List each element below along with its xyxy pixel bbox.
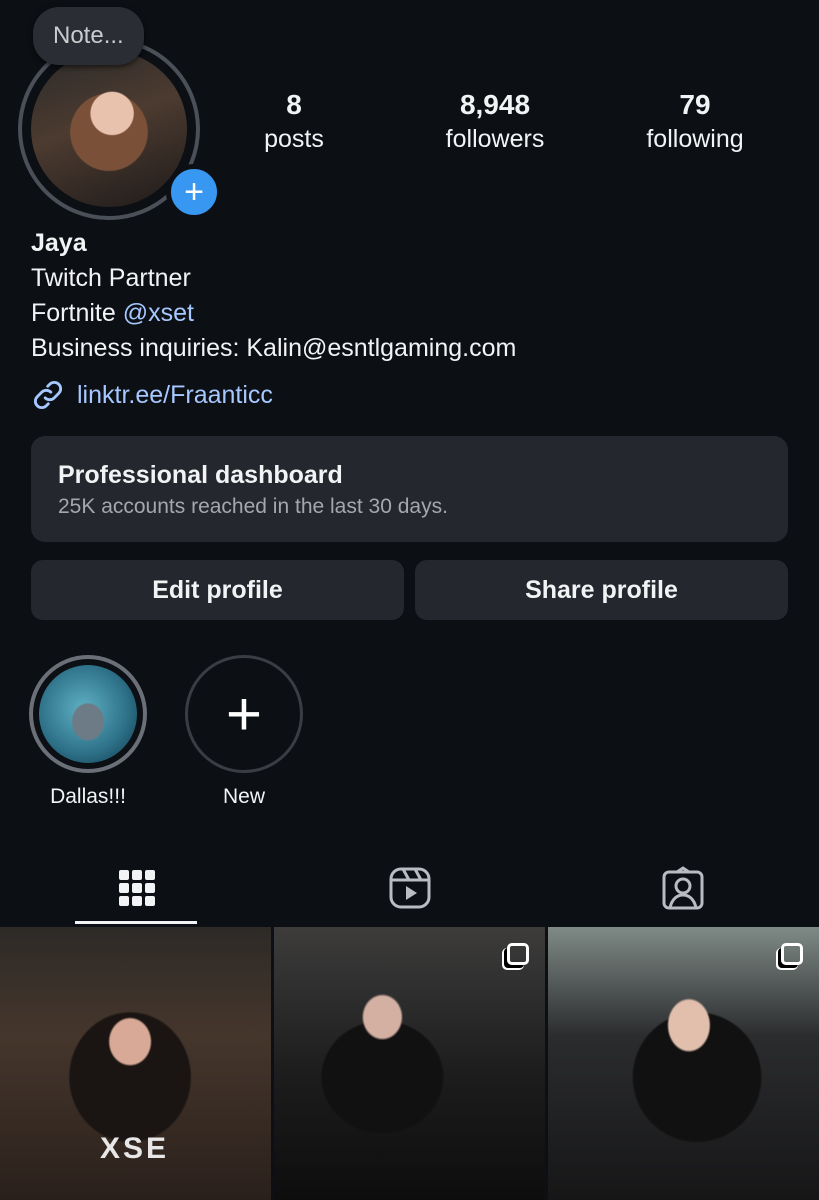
plus-icon: + bbox=[185, 655, 303, 773]
tab-reels[interactable] bbox=[273, 850, 546, 926]
carousel-icon bbox=[781, 943, 803, 965]
highlight-new-label: New bbox=[222, 785, 265, 808]
jersey-text: XSE bbox=[100, 1132, 170, 1165]
posts-label: posts bbox=[264, 125, 324, 153]
following-stat[interactable]: 79 following bbox=[605, 86, 785, 154]
add-story-plus-icon[interactable]: + bbox=[166, 164, 222, 220]
profile-name: Jaya bbox=[31, 229, 87, 257]
bio-line-2-prefix: Fortnite bbox=[31, 299, 123, 327]
edit-profile-button[interactable]: Edit profile bbox=[31, 560, 404, 620]
post-thumbnail[interactable] bbox=[274, 927, 545, 1200]
tab-posts-grid[interactable] bbox=[0, 850, 273, 926]
highlight-new[interactable]: + New bbox=[182, 655, 306, 809]
profile-bio: Jaya Twitch Partner Fortnite @xset Busin… bbox=[31, 226, 516, 366]
dashboard-title: Professional dashboard bbox=[58, 461, 343, 489]
post-thumbnail[interactable] bbox=[548, 927, 819, 1200]
active-tab-indicator bbox=[75, 921, 197, 924]
posts-count: 8 bbox=[286, 89, 302, 120]
highlight-dallas[interactable]: Dallas!!! bbox=[26, 655, 150, 809]
profile-link[interactable]: linktr.ee/Fraanticc bbox=[31, 378, 273, 412]
reels-icon bbox=[389, 867, 430, 909]
grid-icon bbox=[118, 870, 155, 906]
following-count: 79 bbox=[679, 89, 711, 120]
tagged-icon bbox=[662, 866, 703, 910]
posts-grid: XSE bbox=[0, 927, 819, 1200]
dashboard-subtitle: 25K accounts reached in the last 30 days… bbox=[58, 495, 448, 518]
followers-stat[interactable]: 8,948 followers bbox=[405, 86, 585, 154]
link-icon bbox=[34, 381, 62, 409]
professional-dashboard-card[interactable]: Professional dashboard 25K accounts reac… bbox=[31, 436, 788, 542]
post-thumbnail[interactable]: XSE bbox=[0, 927, 271, 1200]
avatar-image bbox=[31, 51, 187, 207]
profile-tabs bbox=[0, 850, 819, 926]
followers-count: 8,948 bbox=[459, 89, 531, 120]
profile-link-text[interactable]: linktr.ee/Fraanticc bbox=[77, 381, 273, 410]
following-label: following bbox=[646, 125, 744, 153]
share-profile-button[interactable]: Share profile bbox=[415, 560, 788, 620]
tab-tagged[interactable] bbox=[546, 850, 819, 926]
carousel-icon bbox=[507, 943, 529, 965]
bio-line-3: Business inquiries: Kalin@esntlgaming.co… bbox=[31, 334, 517, 362]
bio-line-2: Fortnite @xset bbox=[31, 296, 516, 331]
highlight-label: Dallas!!! bbox=[50, 785, 126, 808]
mention-link[interactable]: @xset bbox=[123, 299, 194, 327]
bio-line-1: Twitch Partner bbox=[31, 264, 191, 292]
note-placeholder: Note... bbox=[53, 22, 124, 49]
followers-label: followers bbox=[445, 125, 545, 153]
highlight-cover bbox=[29, 655, 147, 773]
posts-stat: 8 posts bbox=[204, 86, 384, 154]
highlight-cover-image bbox=[39, 665, 137, 763]
note-bubble[interactable]: Note... bbox=[33, 7, 144, 65]
